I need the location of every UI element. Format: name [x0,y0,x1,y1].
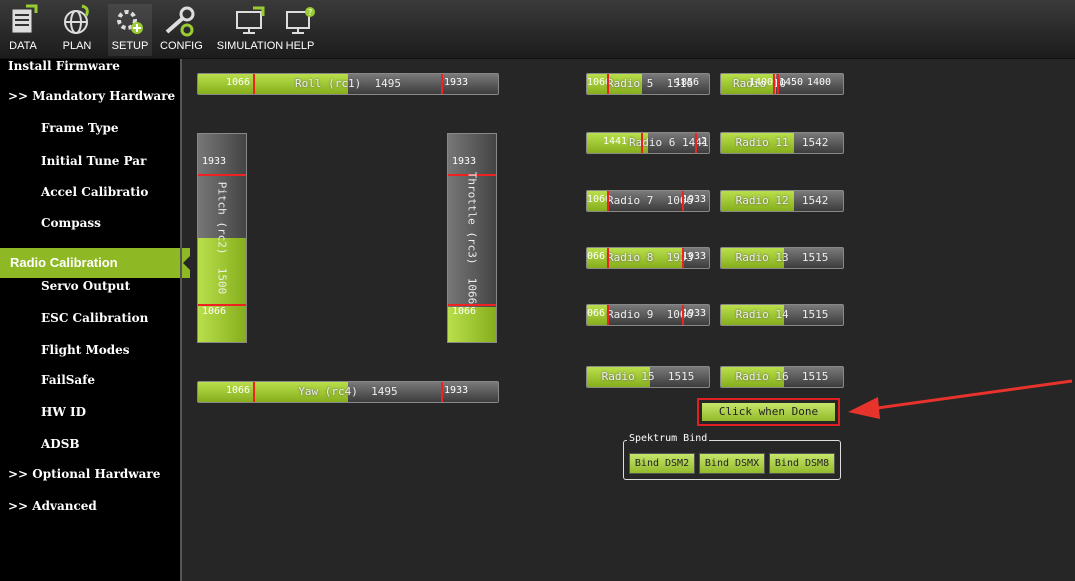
sidebar-item-initial-tune[interactable]: Initial Tune Par [0,154,221,184]
radio16-value: 1515 [801,370,829,383]
roll-label: Roll (rc1) [295,77,362,90]
svg-text:?: ? [308,8,312,17]
click-when-done-button[interactable]: Click when Done [702,403,835,421]
sidebar-item-flight-modes[interactable]: Flight Modes [0,343,221,373]
radio8-max-marker [682,248,684,268]
radio7-label: Radio 7 [607,194,654,207]
radio9-max-marker [682,305,684,325]
radio10-min-marker [773,74,775,94]
simulation-icon [236,6,265,34]
radio9-min-marker [607,305,609,325]
radio15-label: Radio 15 [601,370,655,383]
radio15-value: 1515 [667,370,695,383]
sidebar-item-esc-calibration[interactable]: ESC Calibration [0,311,221,341]
throttle-label: Throttle (rc3) [465,171,479,265]
toolbar-plan-button[interactable]: PLAN [58,4,96,56]
sidebar-item-adsb[interactable]: ADSB [0,437,221,467]
radio16-channel-bar: Radio 16 1515 [720,366,844,388]
toolbar-config-button[interactable]: CONFIG [160,4,203,56]
plan-icon [64,4,89,34]
sidebar-divider [180,59,182,581]
sidebar-item-radio-calibration[interactable]: Radio Calibration [0,248,190,278]
radio8-channel-bar: 066 Radio 8 1933 1933 [586,247,710,269]
sidebar-item-frame-type[interactable]: Frame Type [0,121,221,151]
radio11-value: 1542 [801,136,829,149]
radio9-label: Radio 9 [607,308,654,321]
radio13-value: 1515 [801,251,829,264]
setup-icon [117,10,143,34]
yaw-min-marker [253,382,255,402]
radio6-label: Radio 6 [629,136,676,149]
radio7-max-marker [682,191,684,211]
yaw-channel-bar: 1066 Yaw (rc4) 1495 1933 [197,381,499,403]
spektrum-bind-group: Spektrum Bind Bind DSM2 Bind DSMX Bind D… [623,433,841,480]
yaw-value: 1495 [371,385,398,398]
sidebar-item-mandatory-hardware[interactable]: >> Mandatory Hardware [0,89,188,119]
bind-dsm2-button[interactable]: Bind DSM2 [629,453,695,474]
sidebar-item-optional-hardware[interactable]: >> Optional Hardware [0,467,188,497]
radio9-channel-bar: 066 Radio 9 1066 1933 [586,304,710,326]
main-toolbar: DATA PLAN SETUP CONFIG SIMULATION ? HELP [0,0,1075,59]
radio6-channel-bar: 1441 Radio 6 1441 2 [586,132,710,154]
spektrum-bind-title: Spektrum Bind [627,433,710,444]
pitch-label: Pitch (rc2) [215,181,229,255]
radio15-channel-bar: Radio 15 1515 [586,366,710,388]
help-icon: ? [286,7,315,34]
bind-dsm8-button[interactable]: Bind DSM8 [769,453,835,474]
radio11-label: Radio 11 [735,136,789,149]
radio7-channel-bar: 1066 Radio 7 1066 1933 [586,190,710,212]
sidebar-item-install-firmware[interactable]: Install Firmware [0,59,188,89]
sidebar-item-hw-id[interactable]: HW ID [0,405,221,435]
radio12-label: Radio 12 [735,194,789,207]
roll-channel-bar: 1066 Roll (rc1) 1495 1933 [197,73,499,95]
annotation-arrow-icon [848,379,1073,419]
sidebar-item-compass[interactable]: Compass [0,216,221,246]
sidebar-item-accel-calibration[interactable]: Accel Calibratio [0,185,221,215]
radio8-label: Radio 8 [607,251,654,264]
roll-min-marker [253,74,255,94]
sidebar: Install Firmware >> Mandatory Hardware F… [0,59,190,581]
radio10-value: 1400 [807,77,832,88]
bind-dsmx-button[interactable]: Bind DSMX [699,453,765,474]
radio10-max-marker [777,74,779,94]
roll-max-marker [441,74,443,94]
toolbar-data-button[interactable]: DATA [4,4,42,56]
throttle-channel-bar: 1933 Throttle (rc3) 1066 1066 [447,133,497,343]
radio7-min-marker [607,191,609,211]
radio12-channel-bar: Radio 12 1542 [720,190,844,212]
config-icon [165,6,195,37]
radio5-label: Radio 5 [607,77,654,90]
yaw-max-marker [441,382,443,402]
radio5-min-marker [607,74,609,94]
radio8-min-marker [607,248,609,268]
radio14-value: 1515 [801,308,829,321]
data-icon [11,4,38,34]
pitch-value: 1500 [215,267,229,295]
radio11-channel-bar: Radio 11 1542 [720,132,844,154]
toolbar-help-button[interactable]: ? HELP [283,4,317,56]
throttle-value: 1066 [465,277,479,305]
radio6-max-marker [695,133,697,153]
pitch-channel-bar: 1933 Pitch (rc2) 1500 1066 [197,133,247,343]
radio13-channel-bar: Radio 13 1515 [720,247,844,269]
sidebar-item-advanced[interactable]: >> Advanced [0,499,188,529]
radio16-label: Radio 16 [735,370,789,383]
toolbar-setup-button[interactable]: SETUP [108,4,152,56]
radio10-channel-bar: Radio 10 1400 1450 1400 [720,73,844,95]
yaw-label: Yaw (rc4) [298,385,358,398]
radio5-channel-bar: 1066 Radio 5 1516 1856 [586,73,710,95]
sidebar-item-servo-output[interactable]: Servo Output [0,279,221,309]
radio13-label: Radio 13 [735,251,789,264]
radio14-channel-bar: Radio 14 1515 [720,304,844,326]
pitch-max-marker [198,174,246,176]
radio6-min-marker [641,133,643,153]
click-when-done-highlight: Click when Done [697,398,840,426]
radio12-value: 1542 [801,194,829,207]
sidebar-item-failsafe[interactable]: FailSafe [0,373,221,403]
toolbar-simulation-button[interactable]: SIMULATION [215,4,285,56]
roll-value: 1495 [374,77,401,90]
radio14-label: Radio 14 [735,308,789,321]
